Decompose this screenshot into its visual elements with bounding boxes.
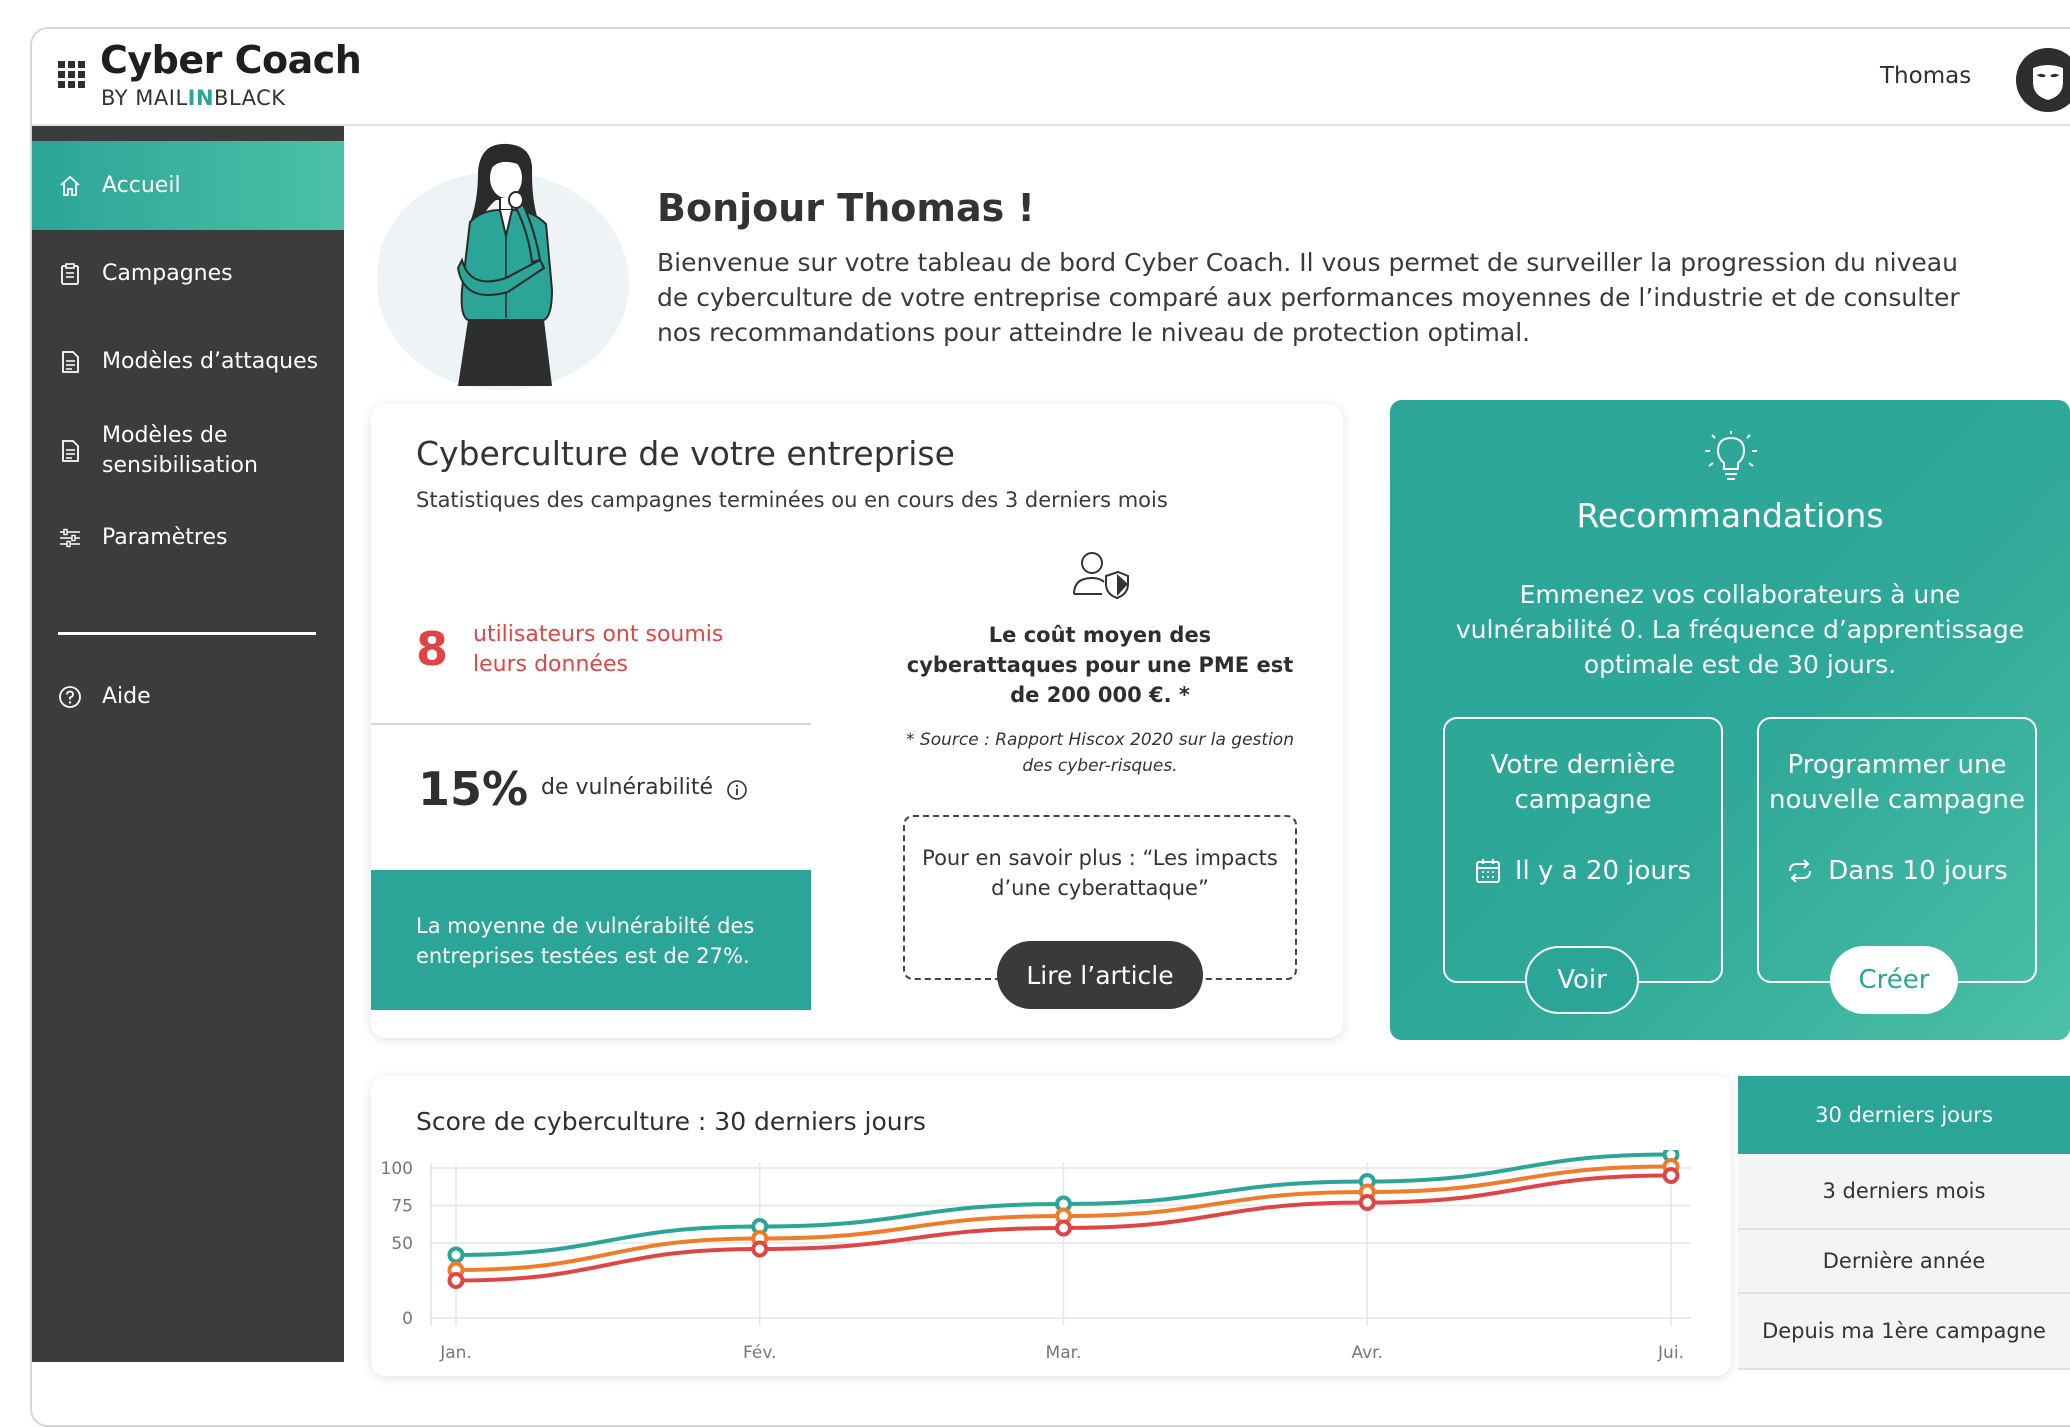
sidebar-item-label: Paramètres [102, 525, 228, 550]
sliders-icon [60, 528, 80, 548]
period-tab-3-months[interactable]: 3 derniers mois [1738, 1154, 2070, 1230]
recommendations-title: Recommandations [1576, 496, 1884, 535]
woman-thinking-illustration [456, 143, 554, 386]
sidebar-item-accueil[interactable]: Accueil [32, 141, 344, 230]
intro-text: Bienvenue sur votre tableau de bord Cybe… [657, 248, 1960, 347]
data-point [447, 1246, 465, 1264]
sidebar-item-campagnes[interactable]: Campagnes [32, 252, 344, 296]
source-note: * Source : Rapport Hiscox 2020 sur la ge… [906, 730, 1294, 776]
new-campaign-title: Programmer une nouvelle campagne [1769, 750, 2025, 815]
data-point [1055, 1219, 1072, 1237]
data-point [751, 1240, 769, 1258]
sidebar-item-label: Campagnes [102, 261, 233, 286]
x-tick-label: Fév. [743, 1343, 776, 1362]
cost-of-attacks-text: Le coût moyen des cyberattaques pour une… [906, 623, 1294, 707]
sidebar-item-label: Modèles de sensibilisation [102, 423, 258, 478]
x-tick-label: Jan. [439, 1343, 472, 1362]
view-campaign-button[interactable]: Voir [1525, 946, 1639, 1014]
data-point [1662, 1167, 1680, 1184]
sidebar-item-label: Accueil [102, 172, 181, 198]
brand-logo-title: Cyber Coach [100, 38, 362, 82]
last-campaign-meta: Il y a 20 jours [1443, 856, 1723, 886]
cyberculture-subtitle: Statistiques des campagnes terminées ou … [416, 488, 1168, 512]
average-vulnerability-text: La moyenne de vulnérabilté des entrepris… [416, 914, 755, 968]
create-campaign-button[interactable]: Créer [1830, 946, 1958, 1014]
sidebar-item-aide[interactable]: Aide [32, 675, 344, 719]
period-tab-since-first[interactable]: Depuis ma 1ère campagne [1738, 1294, 2070, 1370]
data-point [1358, 1194, 1376, 1211]
sidebar-item-modeles-sensibilisation[interactable]: Modèles de sensibilisation [32, 420, 344, 482]
mask-avatar-icon [2033, 65, 2063, 100]
read-article-button[interactable]: Lire l’article [997, 941, 1203, 1009]
period-tab-last-year[interactable]: Dernière année [1738, 1230, 2070, 1294]
new-campaign-meta: Dans 10 jours [1757, 856, 2037, 886]
calendar-icon [1475, 859, 1500, 883]
info-icon[interactable] [726, 779, 748, 801]
y-tick-label: 100 [381, 1159, 413, 1179]
sidebar-item-label: Modèles d’attaques [102, 349, 319, 374]
y-tick-label: 50 [391, 1234, 413, 1254]
document-icon [62, 440, 79, 462]
x-tick-label: Avr. [1351, 1343, 1383, 1362]
submitted-users-label: utilisateurs ont soumis leurs données [473, 622, 724, 677]
user-name[interactable]: Thomas [1880, 63, 1971, 89]
cyberculture-title: Cyberculture de votre entreprise [416, 434, 955, 473]
y-tick-label: 0 [402, 1309, 413, 1329]
vulnerability-percentage: 15% [418, 762, 529, 816]
x-tick-label: Jui. [1657, 1343, 1684, 1362]
clipboard-icon [61, 263, 79, 285]
sidebar-item-label: Aide [102, 684, 151, 709]
y-tick-label: 75 [391, 1197, 413, 1217]
apps-grid-icon[interactable] [58, 61, 86, 89]
vulnerability-label: de vulnérabilité [541, 775, 714, 800]
help-icon [59, 686, 81, 708]
recommendations-text: Emmenez vos collaborateurs à une vulnéra… [1455, 580, 2025, 679]
score-chart-title: Score de cyberculture : 30 derniers jour… [416, 1107, 926, 1136]
sidebar-divider [58, 632, 316, 635]
x-tick-label: Mar. [1046, 1343, 1082, 1362]
brand-logo-subtitle: BY MAILINBLACK [101, 86, 286, 110]
stats-divider [371, 723, 811, 725]
score-line-chart: 0 50 75 100 Jan. Fév. Mar. Avr. Jui. [381, 1150, 1691, 1362]
home-icon [60, 175, 80, 196]
submitted-users-count: 8 [416, 622, 449, 676]
data-point [447, 1272, 465, 1289]
repeat-icon [1789, 859, 1812, 883]
sidebar-item-parametres[interactable]: Paramètres [32, 516, 344, 560]
period-tab-30-days[interactable]: 30 derniers jours [1738, 1076, 2070, 1154]
sidebar [32, 126, 344, 1362]
learn-more-text: Pour en savoir plus : “Les impacts d’une… [922, 846, 1278, 900]
last-campaign-title: Votre dernière campagne [1490, 750, 1676, 815]
sidebar-item-modeles-attaques[interactable]: Modèles d’attaques [32, 340, 344, 384]
user-avatar[interactable] [2016, 48, 2070, 112]
document-icon [62, 351, 79, 373]
user-shield-icon [1073, 552, 1129, 600]
lightbulb-icon [1705, 431, 1757, 480]
greeting-title: Bonjour Thomas ! [657, 186, 1035, 230]
